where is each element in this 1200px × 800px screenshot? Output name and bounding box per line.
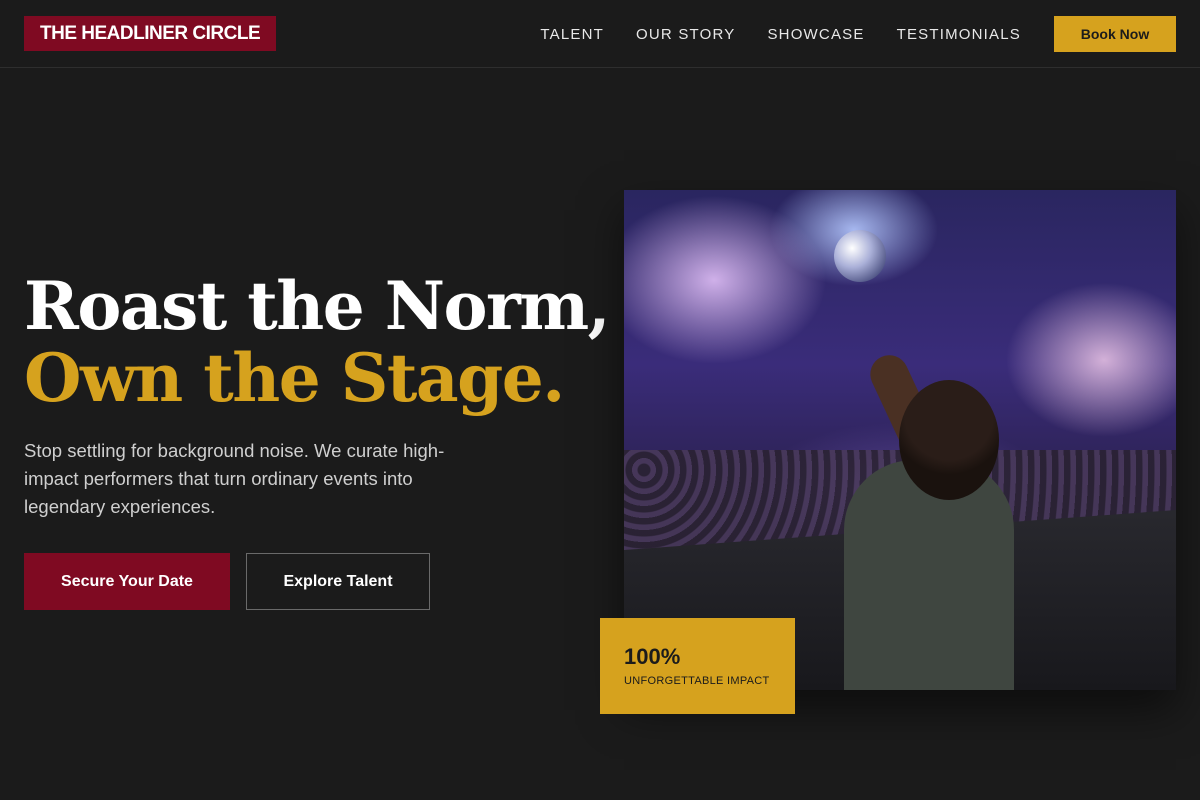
hero-subtitle: Stop settling for background noise. We c… bbox=[24, 440, 445, 517]
top-navigation: THE HEADLINER CIRCLE TALENT OUR STORY SH… bbox=[0, 0, 1200, 68]
nav-links: TALENT OUR STORY SHOWCASE TESTIMONIALS bbox=[540, 0, 1021, 68]
book-now-button[interactable]: Book Now bbox=[1054, 16, 1176, 52]
hero-title-line1: Roast the Norm, bbox=[24, 267, 611, 345]
impact-stat-card: 100% UNFORGETTABLE IMPACT bbox=[600, 618, 795, 714]
explore-talent-button[interactable]: Explore Talent bbox=[246, 553, 430, 610]
nav-link-showcase[interactable]: SHOWCASE bbox=[767, 26, 864, 43]
nav-link-our-story[interactable]: OUR STORY bbox=[636, 26, 735, 43]
brand-logo[interactable]: THE HEADLINER CIRCLE bbox=[24, 16, 277, 51]
secure-your-date-button[interactable]: Secure Your Date bbox=[24, 553, 230, 610]
nav-link-testimonials[interactable]: TESTIMONIALS bbox=[897, 26, 1021, 43]
dj-head-graphic bbox=[899, 380, 999, 500]
hero-title: Roast the Norm, Own the Stage. bbox=[24, 267, 611, 417]
stat-label: UNFORGETTABLE IMPACT bbox=[624, 675, 770, 687]
disco-ball-graphic bbox=[834, 230, 886, 282]
nav-link-talent[interactable]: TALENT bbox=[540, 26, 604, 43]
hero-title-line2: Own the Stage. bbox=[24, 339, 565, 417]
dj-performing-image bbox=[624, 190, 1176, 690]
stat-value: 100% bbox=[624, 644, 681, 669]
